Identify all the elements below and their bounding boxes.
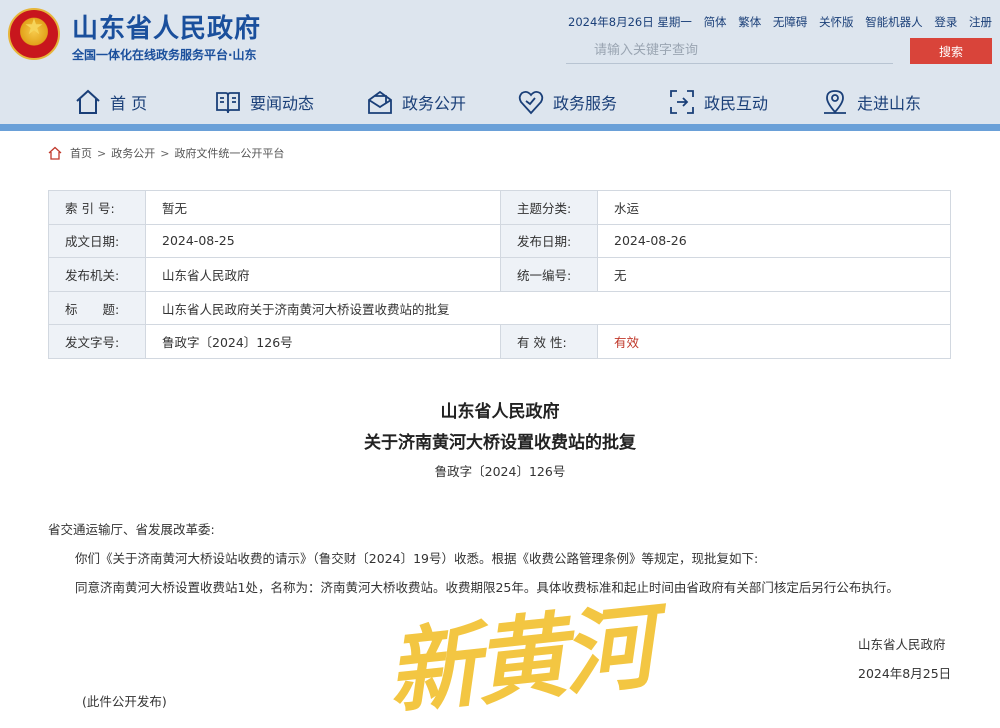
- breadcrumb-separator: >: [97, 146, 107, 160]
- site-header: 山东省人民政府 全国一体化在线政务服务平台·山东 2024年8月26日 星期一 …: [0, 0, 1000, 124]
- link-robot[interactable]: 智能机器人: [865, 15, 923, 29]
- site-subtitle[interactable]: 全国一体化在线政务服务平台·山东: [72, 46, 257, 63]
- value-index-number: 暂无: [145, 190, 501, 225]
- nav-item-news[interactable]: 要闻动态: [214, 86, 314, 118]
- nav-item-interaction[interactable]: 政民互动: [668, 86, 768, 118]
- heart-icon: [518, 90, 544, 115]
- national-emblem-logo: [8, 8, 60, 60]
- watermark-logo: 新黄河: [381, 592, 656, 728]
- breadcrumb-separator: >: [160, 146, 170, 160]
- signer: 山东省人民政府: [858, 637, 946, 652]
- value-topic: 水运: [597, 190, 951, 225]
- search-input[interactable]: [566, 38, 893, 64]
- label-document-number: 发文字号:: [48, 324, 146, 359]
- label-title: 标 题:: [48, 290, 146, 326]
- sign-date: 2024年8月25日: [858, 666, 952, 681]
- link-traditional[interactable]: 繁体: [738, 15, 761, 29]
- nav-label: 走进山东: [857, 94, 922, 113]
- header-divider: [0, 124, 1000, 131]
- link-login[interactable]: 登录: [934, 15, 957, 29]
- table-row: 发文字号: 鲁政字〔2024〕126号 有 效 性: 有效: [48, 324, 951, 359]
- value-document-number: 鲁政字〔2024〕126号: [145, 324, 501, 359]
- breadcrumb: 首页 > 政务公开 > 政府文件统一公开平台: [48, 145, 284, 161]
- nav-item-services[interactable]: 政务服务: [517, 86, 617, 118]
- value-issuing-org: 山东省人民政府: [145, 257, 501, 292]
- nav-item-home[interactable]: 首 页: [74, 86, 147, 118]
- link-care-mode[interactable]: 关怀版: [819, 15, 854, 29]
- nav-label: 政务公开: [402, 94, 467, 113]
- link-simplified[interactable]: 简体: [704, 15, 727, 29]
- table-row: 成文日期: 2024-08-25 发布日期: 2024-08-26: [48, 223, 951, 259]
- nav-item-gov-affairs[interactable]: 政务公开: [366, 86, 466, 118]
- body-paragraph-1: 你们《关于济南黄河大桥设站收费的请示》（鲁交财〔2024〕19号）收悉。根据《收…: [75, 551, 759, 566]
- main-nav: 首 页 要闻动态 政务公开 政务服务 政民互动 走进山东: [0, 82, 1000, 122]
- salutation: 省交通运输厅、省发展改革委:: [48, 522, 215, 537]
- label-publish-date: 发布日期:: [500, 223, 598, 259]
- document-info-table: 索 引 号: 暂无 主题分类: 水运 成文日期: 2024-08-25 发布日期…: [48, 190, 951, 359]
- nav-item-about-shandong[interactable]: 走进山东: [821, 86, 921, 118]
- map-pin-icon: [824, 90, 846, 114]
- label-index-number: 索 引 号:: [48, 190, 146, 225]
- label-issuing-org: 发布机关:: [48, 257, 146, 292]
- value-unified-number: 无: [597, 257, 951, 292]
- value-written-date: 2024-08-25: [145, 223, 501, 259]
- current-date: 2024年8月26日 星期一: [568, 15, 692, 29]
- label-validity: 有 效 性:: [500, 324, 598, 359]
- document-title: 关于济南黄河大桥设置收费站的批复: [364, 433, 636, 453]
- breadcrumb-home[interactable]: 首页: [70, 145, 92, 161]
- table-row: 索 引 号: 暂无 主题分类: 水运: [48, 190, 951, 225]
- breadcrumb-file-platform[interactable]: 政府文件统一公开平台: [174, 145, 284, 161]
- link-accessibility[interactable]: 无障碍: [773, 15, 808, 29]
- document-title-issuer: 山东省人民政府: [440, 402, 560, 422]
- label-unified-number: 统一编号:: [500, 257, 598, 292]
- nav-label: 政务服务: [553, 94, 618, 113]
- label-topic: 主题分类:: [500, 190, 598, 225]
- table-row: 标 题: 山东省人民政府关于济南黄河大桥设置收费站的批复: [48, 290, 951, 326]
- link-register[interactable]: 注册: [969, 15, 992, 29]
- nav-label: 政民互动: [704, 94, 769, 113]
- value-publish-date: 2024-08-26: [597, 223, 951, 259]
- publication-note: (此件公开发布): [82, 694, 167, 709]
- value-validity: 有效: [597, 324, 951, 359]
- site-title[interactable]: 山东省人民政府: [72, 8, 261, 45]
- search-button[interactable]: 搜索: [910, 38, 992, 64]
- mail-icon: [368, 90, 392, 114]
- nav-label: 要闻动态: [250, 94, 315, 113]
- nav-label: 首 页: [110, 94, 148, 113]
- table-row: 发布机关: 山东省人民政府 统一编号: 无: [48, 257, 951, 292]
- top-links: 2024年8月26日 星期一 简体 繁体 无障碍 关怀版 智能机器人 登录 注册: [568, 14, 992, 30]
- document-number: 鲁政字〔2024〕126号: [434, 464, 566, 479]
- breadcrumb-gov-affairs[interactable]: 政务公开: [111, 145, 155, 161]
- interaction-icon: [670, 90, 694, 114]
- label-written-date: 成文日期:: [48, 223, 146, 259]
- book-icon: [216, 92, 240, 114]
- home-icon: [48, 146, 62, 160]
- value-title: 山东省人民政府关于济南黄河大桥设置收费站的批复: [145, 290, 951, 326]
- home-icon: [76, 89, 100, 114]
